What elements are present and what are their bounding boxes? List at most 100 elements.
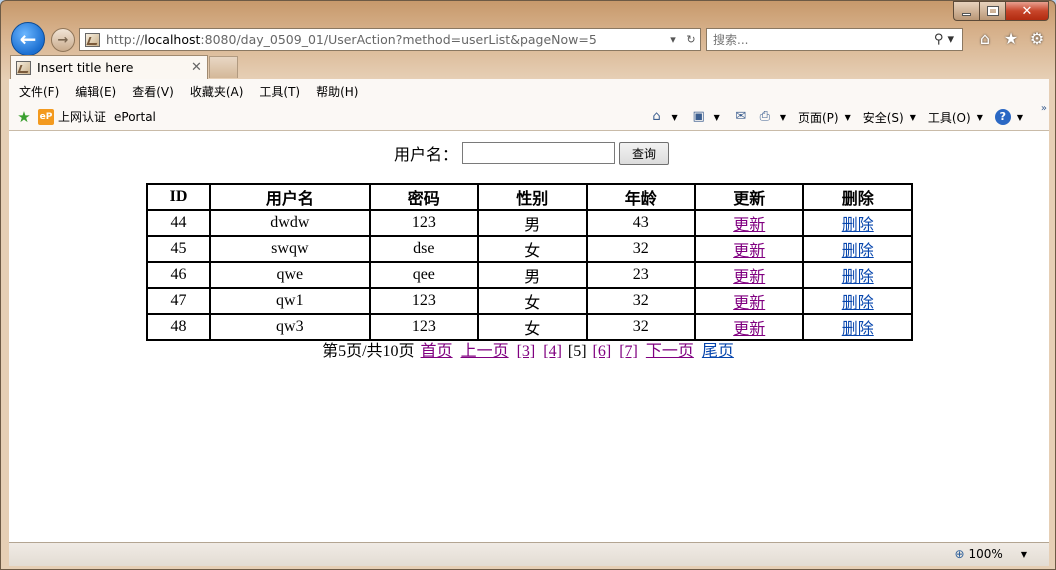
chevron-down-icon[interactable]: ▼ [977,113,983,122]
next-page-link[interactable]: 下一页 [646,343,694,360]
add-favorite-icon[interactable]: ★ [15,108,33,126]
forward-button[interactable]: → [51,28,75,52]
chevron-down-icon[interactable]: ▼ [780,113,786,122]
window-caption-buttons: ✕ [953,1,1049,21]
cell-delete: 删除 [802,209,913,237]
cell-password: 123 [368,287,480,315]
eportal-icon: eP [38,108,54,125]
update-link[interactable]: 更新 [733,295,765,312]
address-bar[interactable]: http://localhost:8080/day_0509_01/UserAc… [79,28,701,51]
favorite-link-eportal[interactable]: ePortal [114,110,156,124]
column-header-username: 用户名 [209,183,371,211]
favorites-star-icon[interactable]: ★ [1001,29,1021,49]
menu-tools[interactable]: 工具(T) [259,83,300,100]
minimize-button[interactable] [953,1,979,21]
favorites-bar: ★ eP 上网认证 ePortal ⌂ ▼ ▣ ▼ ✉ ⎙ ▼ 页面(P) ▼ 安全(S… [9,103,1049,131]
page-menu[interactable]: 页面(P) [798,109,839,126]
page-link-3[interactable]: [3] [517,343,536,360]
cell-username: dwdw [209,209,371,237]
cell-age: 32 [585,235,696,263]
toolbar-overflow-icon[interactable]: » [1041,103,1047,114]
menu-view[interactable]: 查看(V) [132,83,174,100]
search-icon[interactable]: ⚲ ▾ [926,32,962,47]
browser-search-input[interactable] [713,32,926,47]
browser-toolbar-icons: ⌂ ★ ⚙ [975,29,1047,49]
browser-search-box[interactable]: ⚲ ▾ [706,28,963,51]
address-url[interactable]: http://localhost:8080/day_0509_01/UserAc… [106,32,664,47]
table-row: 47 qw1 123 女 32 更新 删除 [145,287,913,315]
home-cmd-icon[interactable]: ⌂ [648,109,666,125]
zoom-icon: ⊕ [954,547,965,561]
close-window-button[interactable]: ✕ [1005,1,1049,21]
cell-update: 更新 [693,209,805,237]
command-bar: ⌂ ▼ ▣ ▼ ✉ ⎙ ▼ 页面(P) ▼ 安全(S) ▼ 工具(O) ▼ ? ▼ [648,103,1030,131]
first-page-link[interactable]: 首页 [421,343,453,360]
update-link[interactable]: 更新 [733,321,765,338]
delete-link[interactable]: 删除 [842,243,874,260]
column-header-id: ID [145,183,212,211]
zoom-control[interactable]: ⊕ 100% ▼ [954,547,1027,561]
menu-file[interactable]: 文件(F) [19,83,59,100]
page-link-6[interactable]: [6] [593,343,612,360]
favorite-link-auth[interactable]: 上网认证 [58,108,106,125]
cell-delete: 删除 [802,287,913,315]
refresh-icon[interactable]: ↻ [682,33,700,46]
maximize-button[interactable] [979,1,1005,21]
browser-tab-active[interactable]: Insert title here ✕ [10,55,208,79]
status-bar: ⊕ 100% ▼ [9,542,1049,566]
address-dropdown-icon[interactable]: ▾ [664,33,682,46]
help-icon[interactable]: ? [994,109,1011,125]
table-row: 44 dwdw 123 男 43 更新 删除 [145,209,913,237]
delete-link[interactable]: 删除 [842,269,874,286]
tools-menu[interactable]: 工具(O) [928,109,971,126]
menu-favorites[interactable]: 收藏夹(A) [190,83,244,100]
last-page-link[interactable]: 尾页 [702,343,734,360]
cell-gender: 男 [477,261,588,289]
page-link-4[interactable]: [4] [543,343,562,360]
page-link-7[interactable]: [7] [619,343,638,360]
table-row: 45 swqw dse 女 32 更新 删除 [145,235,913,263]
cell-age: 23 [585,261,696,289]
chevron-down-icon[interactable]: ▼ [1017,113,1023,122]
page-content: 用户名： 查询 ID 用户名 密码 性别 年龄 更新 删除 44 dwdw 12… [9,131,1049,542]
chevron-down-icon[interactable]: ▼ [845,113,851,122]
delete-link[interactable]: 删除 [842,295,874,312]
cell-password: 123 [368,209,480,237]
menu-edit[interactable]: 编辑(E) [75,83,116,100]
chevron-down-icon[interactable]: ▼ [714,113,720,122]
close-tab-icon[interactable]: ✕ [191,60,207,75]
new-tab-button[interactable] [209,56,238,78]
back-button[interactable]: ← [11,22,45,56]
query-button[interactable]: 查询 [619,141,670,165]
table-row: 46 qwe qee 男 23 更新 删除 [145,261,913,289]
column-header-password: 密码 [368,183,480,211]
chevron-down-icon[interactable]: ▼ [910,113,916,122]
menu-help[interactable]: 帮助(H) [316,83,358,100]
cell-update: 更新 [693,287,805,315]
mail-icon[interactable]: ✉ [732,109,750,125]
delete-link[interactable]: 删除 [842,217,874,234]
arrow-left-icon: ← [19,27,37,51]
cell-username: qw1 [209,287,371,315]
safety-menu[interactable]: 安全(S) [863,109,904,126]
update-link[interactable]: 更新 [733,217,765,234]
page-favicon-icon [85,32,100,47]
feeds-icon[interactable]: ▣ [690,109,708,125]
cell-age: 43 [585,209,696,237]
update-link[interactable]: 更新 [733,269,765,286]
home-icon[interactable]: ⌂ [975,29,995,49]
delete-link[interactable]: 删除 [842,321,874,338]
cell-update: 更新 [693,261,805,289]
username-label: 用户名： [394,147,459,164]
chevron-down-icon[interactable]: ▼ [1021,550,1027,559]
username-search-input[interactable] [462,142,616,164]
menu-bar: 文件(F) 编辑(E) 查看(V) 收藏夹(A) 工具(T) 帮助(H) [9,79,1049,103]
chevron-down-icon[interactable]: ▼ [672,113,678,122]
gear-icon[interactable]: ⚙ [1027,29,1047,49]
cell-password: qee [368,261,480,289]
user-table: ID 用户名 密码 性别 年龄 更新 删除 44 dwdw 123 男 43 更… [145,183,913,341]
browser-window: ✕ ← → http://localhost:8080/day_0509_01/… [0,0,1056,570]
update-link[interactable]: 更新 [733,243,765,260]
print-icon[interactable]: ⎙ [756,109,774,125]
prev-page-link[interactable]: 上一页 [461,343,509,360]
